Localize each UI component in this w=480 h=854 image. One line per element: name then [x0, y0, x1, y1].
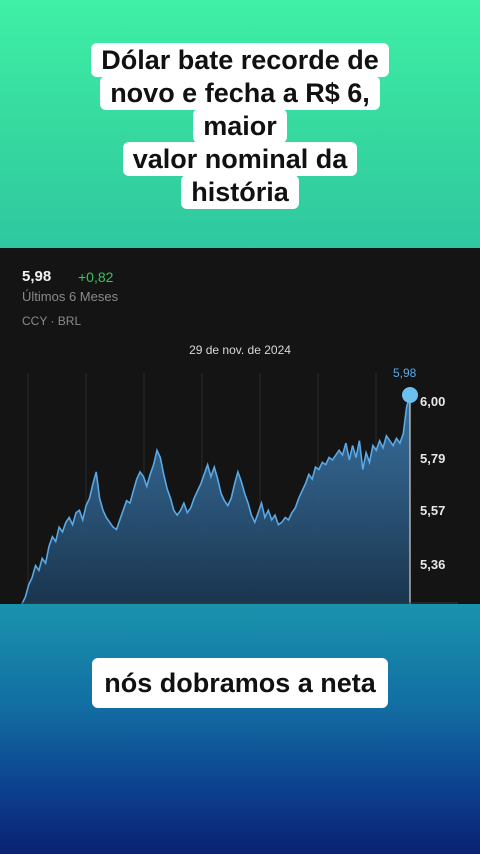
- headline-line: história: [181, 175, 299, 209]
- y-tick-label: 5,57: [420, 503, 446, 518]
- bottom-background: [0, 604, 480, 854]
- y-tick-label: 5,79: [420, 451, 446, 466]
- headline-line: Dólar bate recorde de: [91, 43, 389, 77]
- selected-point[interactable]: [402, 387, 418, 404]
- area-fill: [22, 395, 410, 604]
- selected-date: 29 de nov. de 2024: [189, 343, 291, 357]
- bottom-caption: nós dobramos a neta: [0, 658, 480, 708]
- headline-line: maior: [193, 109, 287, 143]
- bottom-caption-text: nós dobramos a neta: [92, 658, 388, 708]
- selected-value: 5,98: [393, 366, 417, 380]
- ticker-label: CCY · BRL: [22, 314, 82, 328]
- period-label: Últimos 6 Meses: [22, 289, 119, 304]
- y-tick-label: 6,00: [420, 394, 446, 409]
- y-tick-label: 5,36: [420, 557, 446, 572]
- stock-chart-panel[interactable]: 5,98 +0,82 Últimos 6 Meses CCY · BRL 29 …: [0, 248, 480, 604]
- current-price: 5,98: [22, 268, 52, 285]
- price-change: +0,82: [78, 269, 114, 285]
- headline-line: valor nominal da: [122, 142, 358, 176]
- headline-line: novo e fecha a R$ 6,: [100, 76, 380, 110]
- headline-caption: Dólar bate recorde de novo e fecha a R$ …: [0, 43, 480, 209]
